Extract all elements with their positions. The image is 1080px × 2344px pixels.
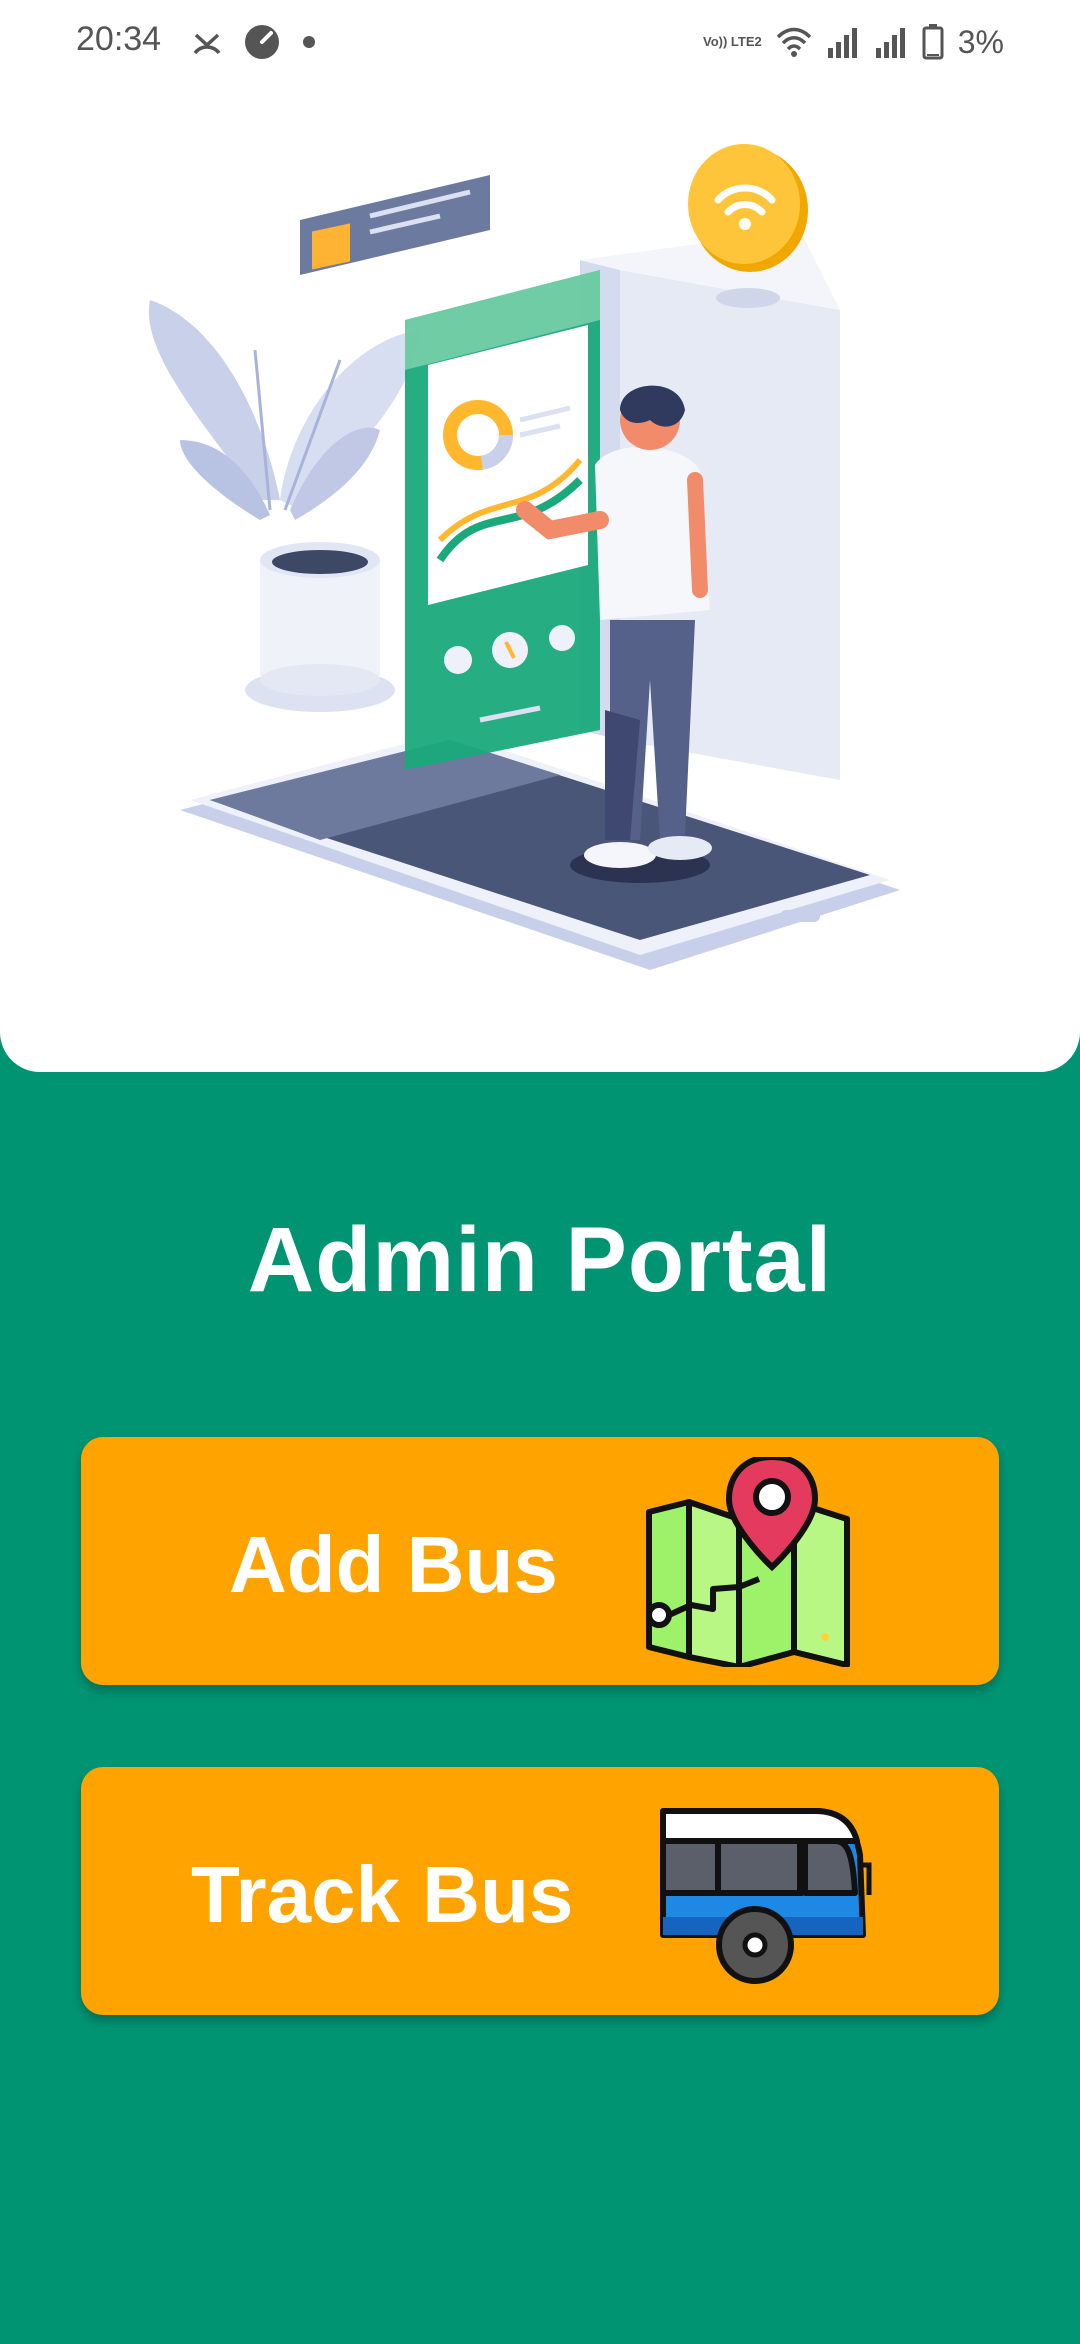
bus-icon bbox=[660, 1808, 872, 1984]
wifi-icon bbox=[776, 27, 811, 57]
map-pin-icon bbox=[646, 1457, 850, 1667]
track-bus-label: Track Bus bbox=[191, 1850, 574, 1939]
status-bar: 20:34 Vo)) LTE2 3% bbox=[0, 0, 1080, 84]
person-using-phone-illustration bbox=[148, 144, 900, 970]
speedometer-icon bbox=[245, 25, 279, 59]
hero-card: 20:34 Vo)) LTE2 3% bbox=[0, 0, 1080, 1072]
add-bus-button[interactable]: Add Bus bbox=[81, 1437, 999, 1685]
signal-icon-2 bbox=[875, 28, 905, 58]
page-title: Admin Portal bbox=[247, 1209, 833, 1311]
signal-icon bbox=[827, 28, 857, 58]
volte-icon: Vo)) LTE2 bbox=[703, 34, 762, 49]
track-bus-button[interactable]: Track Bus bbox=[81, 1767, 999, 2015]
missed-call-icon bbox=[193, 33, 221, 55]
status-right-icons: Vo)) LTE2 3% bbox=[703, 20, 1004, 64]
dot-icon bbox=[303, 36, 315, 48]
battery-icon bbox=[922, 24, 944, 60]
status-time: 20:34 bbox=[76, 20, 162, 58]
battery-percent: 3% bbox=[957, 23, 1004, 60]
status-left-icons bbox=[192, 20, 316, 64]
add-bus-label: Add Bus bbox=[229, 1520, 558, 1609]
